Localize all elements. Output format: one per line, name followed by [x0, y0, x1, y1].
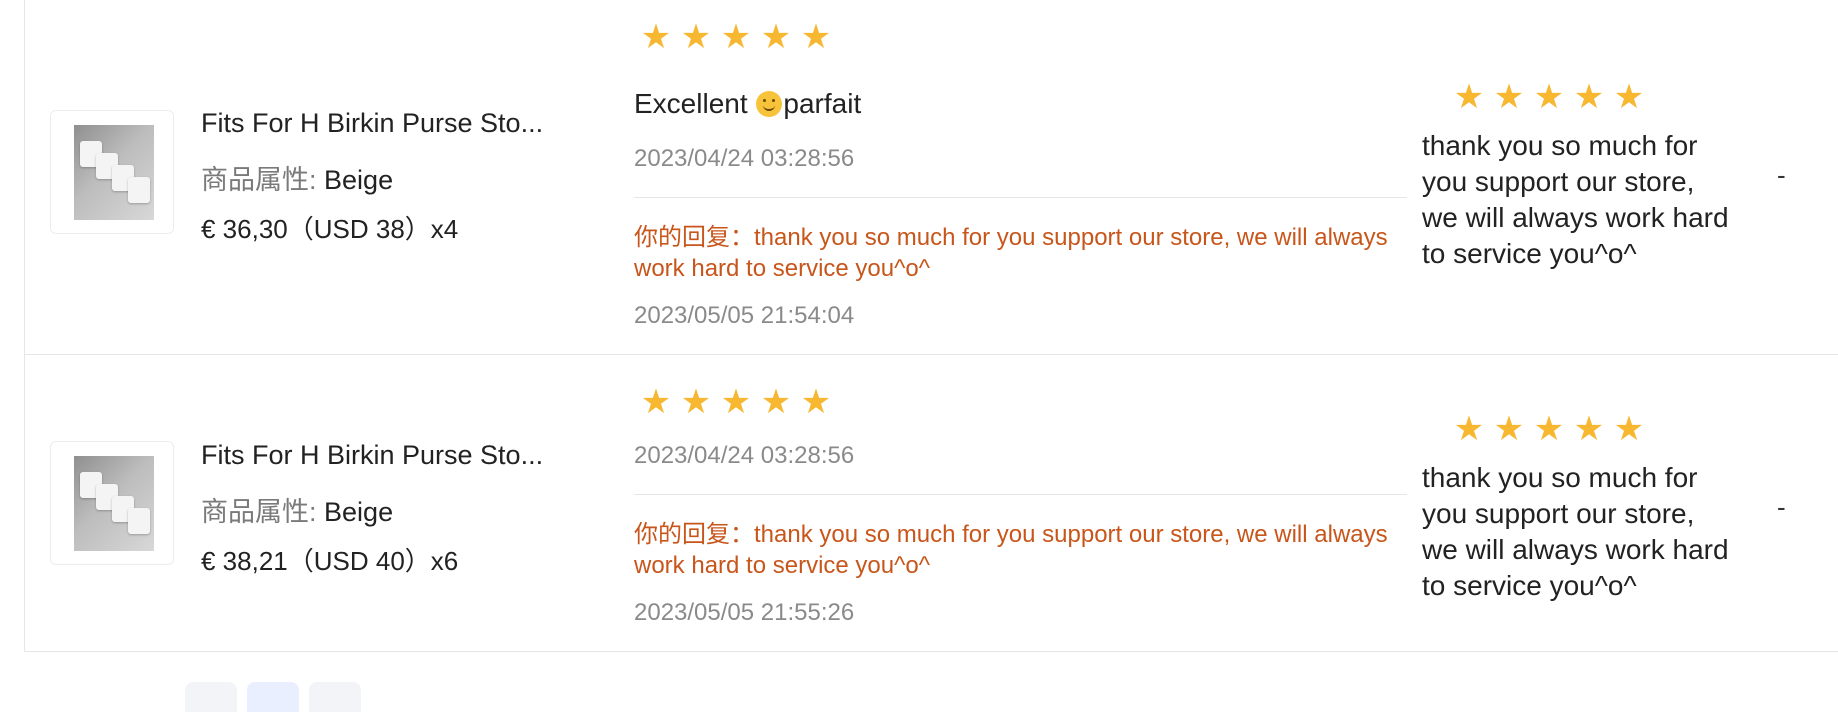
- review-text: Excellent parfait: [634, 88, 861, 120]
- pagination: [185, 682, 361, 712]
- reply-date: 2023/05/05 21:54:04: [634, 302, 855, 329]
- divider: [634, 494, 1407, 495]
- pagination-next-button[interactable]: [309, 682, 361, 712]
- pagination-prev-button[interactable]: [185, 682, 237, 712]
- review-text-start: Excellent: [634, 88, 756, 119]
- star-icon: ★: [720, 18, 752, 56]
- seller-rating: ★ ★ ★ ★ ★: [1451, 411, 1647, 447]
- star-icon: ★: [1533, 410, 1565, 448]
- star-icon: ★: [800, 18, 832, 56]
- reply-date: 2023/05/05 21:55:26: [634, 599, 855, 626]
- star-icon: ★: [720, 383, 752, 421]
- product-image: [74, 125, 154, 220]
- star-icon: ★: [1533, 78, 1565, 116]
- product-price: € 38,21（USD 40）x6: [201, 546, 459, 576]
- product-image: [74, 456, 154, 551]
- seller-feedback-text: thank you so much for you support our st…: [1422, 130, 1729, 269]
- seller-rating: ★ ★ ★ ★ ★: [1451, 79, 1647, 115]
- product-title[interactable]: Fits For H Birkin Purse Sto...: [201, 108, 543, 139]
- star-icon: ★: [1453, 410, 1485, 448]
- review-date: 2023/04/24 03:28:56: [634, 145, 855, 172]
- pagination-page-button[interactable]: [247, 682, 299, 712]
- reviews-table: Fits For H Birkin Purse Sto... 商品属性: Bei…: [24, 0, 1838, 652]
- attribute-value: Beige: [324, 165, 394, 195]
- attribute-value: Beige: [324, 497, 394, 527]
- review-rating: ★ ★ ★ ★ ★: [638, 384, 834, 420]
- star-icon: ★: [1453, 78, 1485, 116]
- seller-reply: 你的回复：thank you so much for you support o…: [634, 521, 1388, 579]
- star-icon: ★: [1493, 410, 1525, 448]
- smiling-face-icon: [756, 91, 783, 117]
- star-icon: ★: [640, 383, 672, 421]
- product-attribute: 商品属性: Beige: [201, 490, 393, 529]
- table-row: Fits For H Birkin Purse Sto... 商品属性: Bei…: [25, 0, 1838, 355]
- star-icon: ★: [680, 383, 712, 421]
- star-icon: ★: [1573, 78, 1605, 116]
- extra-value: -: [1777, 492, 1786, 522]
- product-thumbnail[interactable]: [50, 441, 174, 565]
- review-text-end: parfait: [783, 88, 862, 119]
- product-title[interactable]: Fits For H Birkin Purse Sto...: [201, 440, 543, 471]
- star-icon: ★: [1613, 78, 1645, 116]
- star-icon: ★: [760, 18, 792, 56]
- seller-feedback-text: thank you so much for you support our st…: [1422, 462, 1729, 601]
- star-icon: ★: [640, 18, 672, 56]
- review-date: 2023/04/24 03:28:56: [634, 442, 855, 469]
- product-price: € 36,30（USD 38）x4: [201, 214, 459, 244]
- attribute-label: 商品属性:: [201, 165, 317, 195]
- star-icon: ★: [800, 383, 832, 421]
- star-icon: ★: [1613, 410, 1645, 448]
- attribute-label: 商品属性:: [201, 497, 317, 527]
- divider: [634, 197, 1407, 198]
- product-thumbnail[interactable]: [50, 110, 174, 234]
- star-icon: ★: [1573, 410, 1605, 448]
- star-icon: ★: [760, 383, 792, 421]
- extra-value: -: [1777, 160, 1786, 190]
- table-row: Fits For H Birkin Purse Sto... 商品属性: Bei…: [25, 355, 1838, 651]
- star-icon: ★: [1493, 78, 1525, 116]
- star-icon: ★: [680, 18, 712, 56]
- seller-reply: 你的回复：thank you so much for you support o…: [634, 224, 1388, 282]
- review-rating: ★ ★ ★ ★ ★: [638, 19, 834, 55]
- product-attribute: 商品属性: Beige: [201, 158, 393, 197]
